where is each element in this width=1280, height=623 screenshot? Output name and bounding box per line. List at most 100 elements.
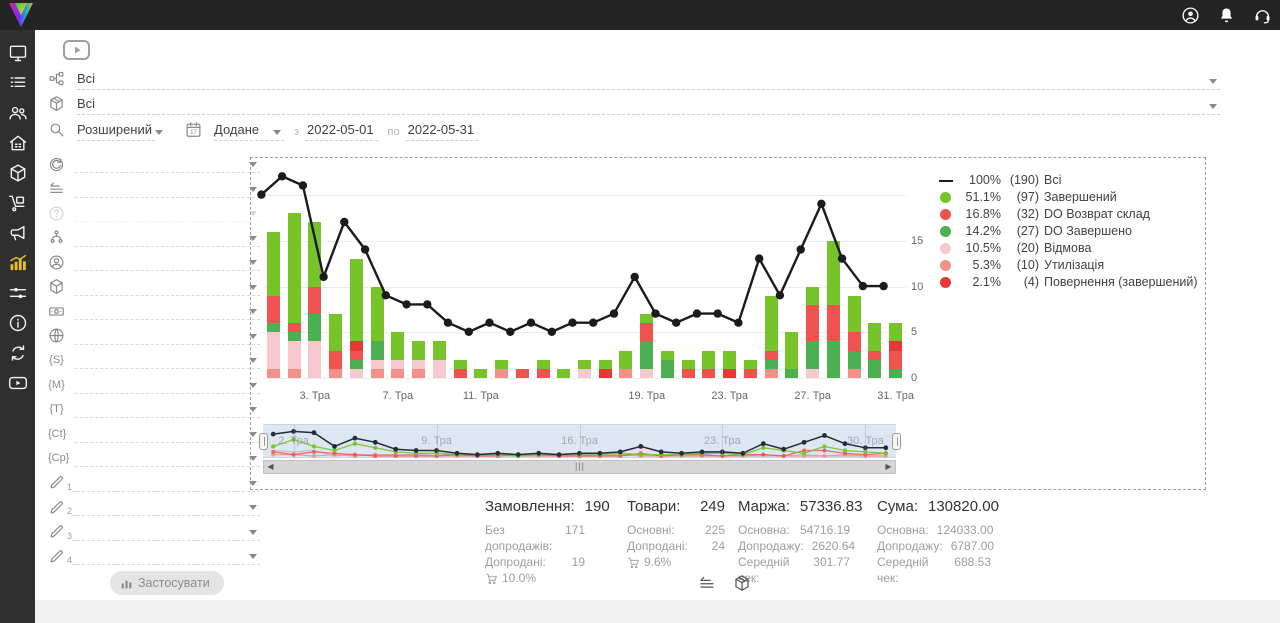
people-icon	[8, 103, 28, 123]
sidebar-item-automation[interactable]	[0, 278, 35, 308]
bar-segment-completed	[599, 360, 612, 369]
legend-line-swatch	[939, 173, 953, 187]
legend-pct: 5.3%	[959, 258, 1001, 272]
filter-select[interactable]	[75, 327, 260, 345]
navigator-left-handle[interactable]	[259, 433, 268, 450]
navigator-label: 30. Тра	[847, 435, 884, 447]
cart-small-icon	[485, 572, 498, 585]
filter-select[interactable]	[75, 229, 260, 247]
filter-row-hierarchy	[48, 226, 260, 251]
sidebar-item-analytics[interactable]	[0, 248, 35, 278]
sidebar-item-products[interactable]	[0, 158, 35, 188]
sidebar-item-warehouse[interactable]	[0, 128, 35, 158]
world-icon	[48, 156, 65, 173]
stat-row-value: 24	[712, 538, 725, 554]
stat-row-value: 171	[565, 522, 585, 554]
apply-button[interactable]: Застосувати	[110, 571, 224, 595]
sidebar-item-clients[interactable]	[0, 98, 35, 128]
navigator-scrollbar[interactable]: ◀ ||| ▶	[263, 460, 896, 474]
legend-label: Відмова	[1044, 241, 1091, 255]
bar-segment-do_return	[868, 351, 881, 360]
sidebar-item-video[interactable]	[0, 368, 35, 398]
products-select[interactable]: Всі	[77, 96, 1220, 115]
filter-select[interactable]	[75, 351, 260, 369]
categories-select[interactable]: Всі	[77, 71, 1220, 90]
bar-segment-completed	[433, 341, 446, 359]
filter-select[interactable]	[75, 302, 260, 320]
stat-value: 249	[700, 498, 725, 515]
search-mode-value: Розширений	[77, 122, 152, 137]
y-tick-label: 10	[911, 281, 941, 293]
filter-select[interactable]	[75, 376, 260, 394]
filter-select[interactable]	[75, 253, 260, 271]
stat-value: 190	[585, 498, 610, 515]
bar-segment-utilization	[288, 369, 301, 378]
legend-item-refusal[interactable]: 10.5%(20) Відмова	[939, 239, 1201, 256]
stat-row-value: 6787.00	[951, 538, 994, 554]
summary-stats: Замовлення:190Без допродажів:171Допродан…	[35, 498, 1035, 573]
bar-segment-utilization	[848, 369, 861, 378]
date-from-label: з	[294, 126, 299, 138]
legend-count: (190)	[1001, 173, 1039, 187]
statuses-view-toggle[interactable]	[698, 574, 716, 592]
legend-item-utilization[interactable]: 5.3%(10)Утилізація	[939, 256, 1201, 273]
legend-item-do_completed[interactable]: 14.2%(27)DO Завершено	[939, 222, 1201, 239]
sidebar-item-info[interactable]	[0, 308, 35, 338]
sidebar-item-updates[interactable]	[0, 338, 35, 368]
legend-item-completed[interactable]: 51.1%(97)Завершений	[939, 188, 1201, 205]
bar-segment-do_return	[329, 351, 342, 369]
filter-select[interactable]	[75, 278, 260, 296]
user-circle-icon	[48, 254, 65, 271]
y-tick-label: 5	[911, 326, 941, 338]
bar-segment-completed	[702, 351, 715, 369]
legend-pct: 10.5%	[959, 241, 1001, 255]
legend-count: (32)	[1001, 207, 1039, 221]
chart-navigator[interactable]: 2. Тра9. Тра16. Тра23. Тра30. Тра	[263, 424, 896, 458]
filter-row-categories[interactable]: Всі	[48, 66, 1220, 90]
filter-select[interactable]	[75, 425, 260, 443]
support-icon[interactable]	[1253, 6, 1272, 25]
filter-select[interactable]	[75, 400, 260, 418]
mini-chart-icon	[120, 577, 133, 590]
stat-row-value: 688.53	[954, 554, 991, 586]
filter-select[interactable]	[75, 204, 260, 222]
bar-segment-do_completed	[371, 341, 384, 359]
pencil-icon	[48, 474, 65, 491]
filter-select[interactable]	[75, 155, 260, 173]
chevron-down-icon	[273, 130, 281, 135]
stats-group-2: Маржа:57336.83Основна:54716.19Допродажу:…	[738, 498, 850, 586]
stat-row-label: Основна:	[877, 522, 929, 538]
navigator-right-handle[interactable]	[892, 433, 901, 450]
legend-count: (20)	[1001, 241, 1039, 255]
sidebar-item-orders[interactable]	[0, 68, 35, 98]
sidebar-item-dashboard[interactable]	[0, 38, 35, 68]
scroll-left-arrow-icon[interactable]: ◀	[264, 461, 277, 473]
video-tutorial-button[interactable]	[63, 40, 90, 60]
notifications-icon[interactable]	[1217, 6, 1236, 25]
stat-row-label: Допродані:	[485, 554, 546, 570]
bar-segment-completed	[495, 360, 508, 369]
info-icon	[8, 313, 28, 333]
bar-segment-do_return	[682, 369, 695, 378]
bar-segment-completed	[661, 351, 674, 360]
scroll-right-arrow-icon[interactable]: ▶	[882, 461, 895, 473]
filter-select[interactable]	[75, 449, 260, 467]
sidebar-item-marketing[interactable]	[0, 218, 35, 248]
legend-count: (27)	[1001, 224, 1039, 238]
legend-item-all[interactable]: 100%(190)Всі	[939, 171, 1201, 188]
navigator-label: 16. Тра	[561, 435, 598, 447]
filter-select[interactable]	[75, 180, 260, 198]
account-icon[interactable]	[1181, 6, 1200, 25]
stat-title: Замовлення:	[485, 498, 575, 515]
bottom-strip	[35, 600, 1280, 623]
products-view-toggle[interactable]	[733, 574, 751, 592]
brand-logo-icon[interactable]	[7, 1, 35, 29]
legend-item-do_return[interactable]: 16.8%(32)DO Возврат склад	[939, 205, 1201, 222]
filter-select[interactable]	[72, 474, 260, 492]
filter-row-products[interactable]: Всі	[48, 91, 1220, 115]
stat-row-value: 54716.19	[800, 522, 850, 538]
scrollbar-grip[interactable]: |||	[550, 461, 610, 473]
legend-item-return_completed[interactable]: 2.1%(4)Повернення (завершений)	[939, 273, 1201, 290]
sidebar-item-purchases[interactable]	[0, 188, 35, 218]
search-mode-select[interactable]: Розширений	[77, 122, 155, 141]
